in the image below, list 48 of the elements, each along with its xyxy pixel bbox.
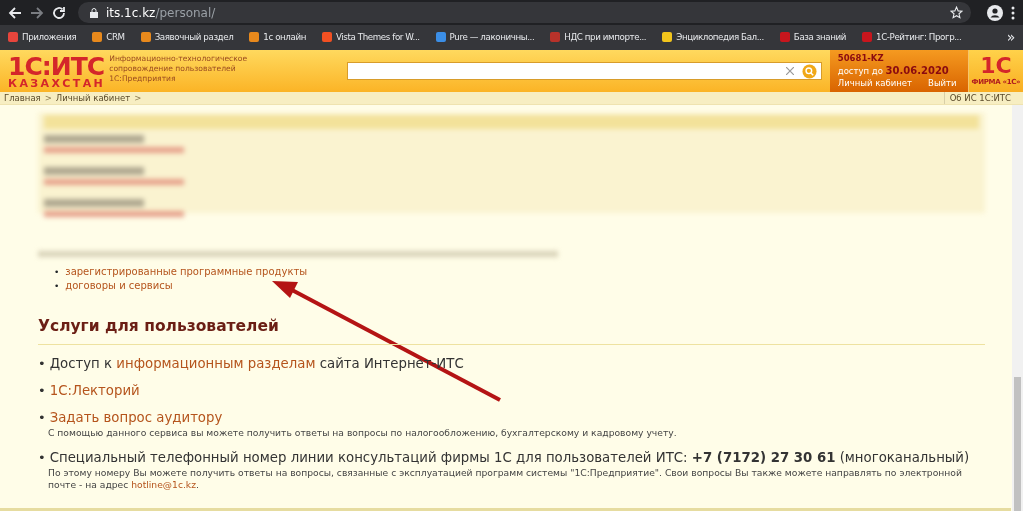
bookmark[interactable]: Приложения xyxy=(8,30,77,44)
region-text: КАЗАХСТАН xyxy=(8,77,106,90)
address-bar[interactable]: its.1c.kz/personal/ xyxy=(78,2,971,23)
forward-icon[interactable] xyxy=(30,5,44,20)
link[interactable]: 1С:Лекторий xyxy=(49,383,140,399)
bookmark[interactable]: Энциклопедия Бал... xyxy=(662,30,764,44)
bullet: • xyxy=(38,356,46,373)
account-id: 50681-KZ xyxy=(837,53,884,63)
bullet: • xyxy=(38,450,46,467)
service-description: С помощью данного сервиса вы можете получить ответы на вопросы по налогообложению, бухгалтерскому и кадровому учету. xyxy=(48,427,678,440)
bullet: • xyxy=(54,281,60,291)
scrollbar-thumb[interactable] xyxy=(1014,377,1021,511)
breadcrumb-link[interactable]: Главная xyxy=(4,91,41,105)
access-date: 30.06.2020 xyxy=(885,64,949,76)
bookmark[interactable]: Pure — лаконичны... xyxy=(435,30,535,44)
profile-icon[interactable] xyxy=(987,4,1003,21)
section-title: Услуги для пользователей xyxy=(38,315,985,346)
breadcrumb-separator: > xyxy=(134,91,142,105)
bookmark[interactable]: 1с онлайн xyxy=(249,30,306,44)
link[interactable]: информационным разделам xyxy=(116,356,316,372)
bookmark[interactable]: CRM xyxy=(92,30,125,44)
bookmark[interactable]: Заявочный раздел xyxy=(140,30,234,44)
service-text: Специальный телефонный номер линии консультаций фирмы 1С для пользователей ИТС: +7 (7172) 27 30 61 (многоканальный) xyxy=(49,450,970,467)
service-description: По этому номеру Вы можете получить ответы на вопросы, связанные с эксплуатацией программ системы "1С:Предприятие". Свои вопросы Вы также можете направлять по электронной почте - на адрес hotline@1c.kz. xyxy=(48,467,963,492)
link[interactable]: договоры и сервисы xyxy=(65,280,173,291)
search-field[interactable] xyxy=(347,62,822,80)
bullet: • xyxy=(38,410,46,427)
bullet: • xyxy=(38,383,46,400)
link[interactable]: hotline@1c.kz xyxy=(131,479,196,491)
about-link[interactable]: Об ИС 1С:ИТС xyxy=(943,91,1011,105)
access-label: доступ до xyxy=(837,65,883,76)
bookmark[interactable]: НДС при импорте... xyxy=(550,30,647,44)
breadcrumb-link[interactable]: Личный кабинет xyxy=(55,91,131,105)
star-icon[interactable] xyxy=(950,6,963,19)
link[interactable]: Задать вопрос аудитору xyxy=(49,410,223,426)
more-bookmarks-button[interactable]: » xyxy=(1006,27,1015,48)
lock-icon xyxy=(90,7,98,18)
bookmark[interactable]: База знаний xyxy=(779,30,846,44)
bookmark[interactable]: Vista Themes for W... xyxy=(322,30,420,44)
menu-icon[interactable] xyxy=(1011,5,1015,20)
reload-icon[interactable] xyxy=(52,5,66,20)
scrollbar[interactable] xyxy=(1012,105,1023,511)
bookmark[interactable]: 1С-Рейтинг: Прогр... xyxy=(862,30,962,44)
clear-icon[interactable] xyxy=(785,67,794,75)
bullet: • xyxy=(54,267,60,277)
link[interactable]: зарегистрированные программные продукты xyxy=(65,266,308,277)
back-icon[interactable] xyxy=(8,5,22,20)
breadcrumb-separator: > xyxy=(44,91,52,105)
